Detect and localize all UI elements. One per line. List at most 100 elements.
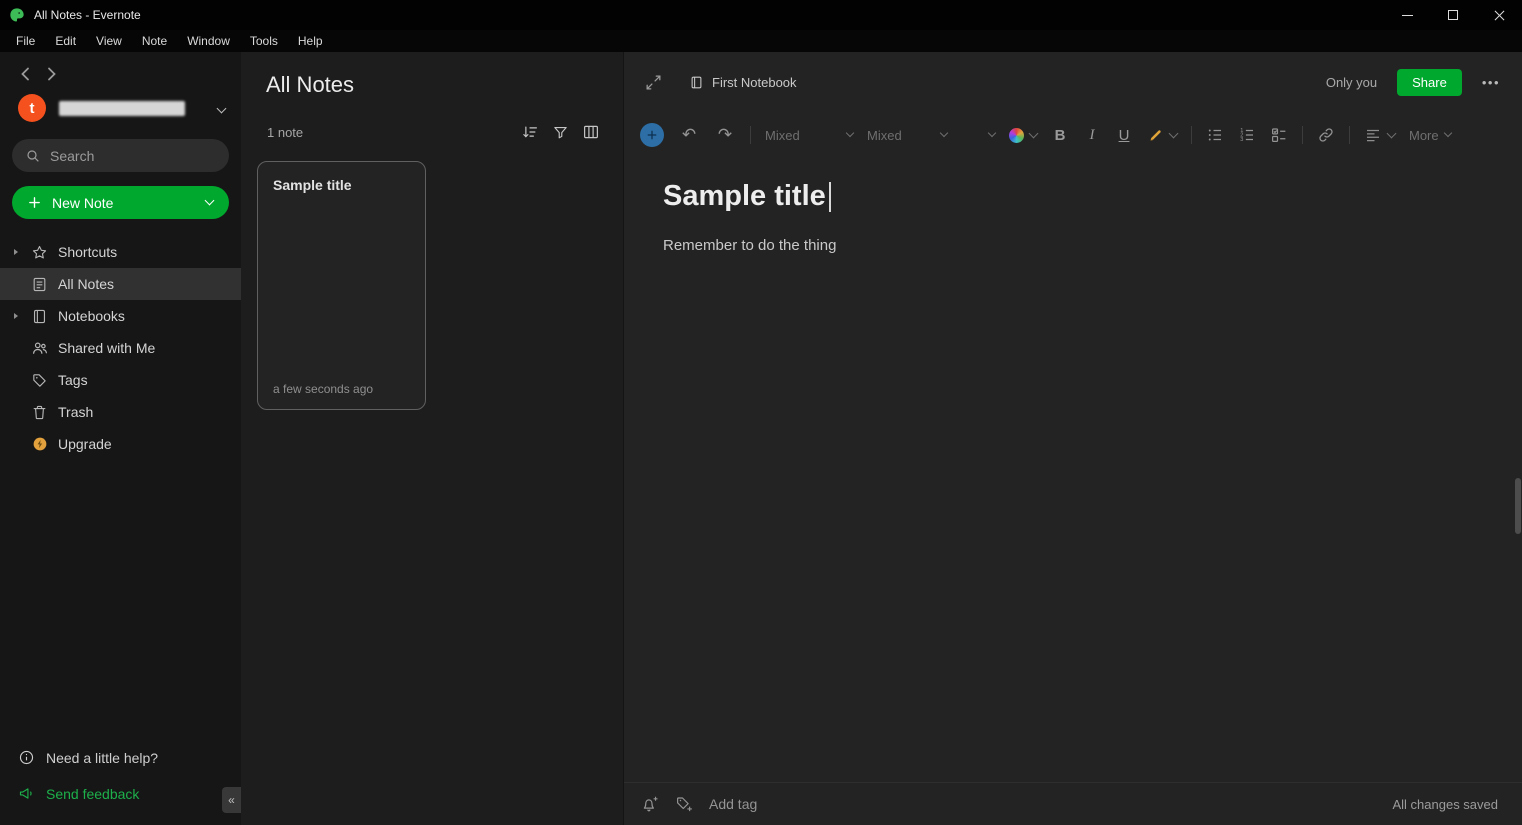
menu-note[interactable]: Note — [132, 31, 177, 51]
style-dropdown[interactable] — [961, 134, 995, 136]
avatar[interactable]: t — [18, 94, 46, 122]
plus-icon — [27, 195, 42, 210]
back-button[interactable] — [21, 67, 30, 81]
note-list-toolbar: 1 note — [241, 123, 623, 141]
window-controls — [1384, 0, 1522, 30]
collapse-sidebar-button[interactable]: « — [222, 787, 241, 813]
more-options-button[interactable]: ••• — [1482, 75, 1500, 90]
numbered-list-button[interactable]: 123 — [1238, 126, 1256, 144]
minimize-button[interactable] — [1384, 0, 1430, 30]
notebook-selector[interactable]: First Notebook — [689, 75, 797, 90]
underline-button[interactable]: U — [1115, 127, 1133, 144]
expand-note-button[interactable] — [641, 70, 665, 94]
note-card[interactable]: Sample title a few seconds ago — [257, 161, 426, 410]
search-bar[interactable] — [12, 139, 229, 172]
upgrade-coin-icon — [30, 435, 49, 454]
italic-button[interactable]: I — [1083, 127, 1101, 144]
sidebar-item-shortcuts[interactable]: Shortcuts — [0, 236, 241, 268]
trash-icon — [30, 403, 49, 422]
sidebar-item-notebooks[interactable]: Notebooks — [0, 300, 241, 332]
menu-view[interactable]: View — [86, 31, 132, 51]
close-button[interactable] — [1476, 0, 1522, 30]
menu-help[interactable]: Help — [288, 31, 333, 51]
add-tag-label[interactable]: Add tag — [709, 796, 757, 812]
share-button[interactable]: Share — [1397, 69, 1462, 96]
menu-edit[interactable]: Edit — [45, 31, 86, 51]
new-note-dropdown[interactable] — [189, 186, 229, 219]
toolbar-divider — [1302, 126, 1303, 144]
account-switcher[interactable]: t — [0, 81, 241, 122]
window-title: All Notes - Evernote — [34, 8, 141, 22]
board-view-icon — [582, 123, 600, 141]
add-tag-button[interactable] — [675, 795, 693, 813]
send-feedback-button[interactable]: Send feedback — [0, 776, 241, 815]
editor-footer: Add tag All changes saved — [624, 782, 1522, 825]
expand-caret-icon[interactable] — [10, 249, 21, 255]
font-family-dropdown[interactable]: Mixed — [765, 128, 853, 143]
account-chevron-down-icon[interactable] — [218, 99, 225, 117]
note-list-heading: All Notes — [241, 52, 623, 98]
note-body-text[interactable]: Remember to do the thing — [663, 237, 1482, 254]
new-note-main[interactable]: New Note — [12, 195, 189, 211]
add-reminder-button[interactable] — [641, 795, 659, 813]
align-button[interactable] — [1364, 126, 1395, 144]
insert-button[interactable] — [640, 123, 664, 147]
menu-tools[interactable]: Tools — [240, 31, 288, 51]
formatting-toolbar: ↶ ↷ Mixed Mixed B — [624, 112, 1522, 158]
redo-button[interactable]: ↷ — [714, 125, 736, 145]
undo-button[interactable]: ↶ — [678, 125, 700, 145]
tag-plus-icon — [675, 795, 693, 813]
info-icon — [18, 749, 35, 766]
font-size-dropdown[interactable]: Mixed — [867, 128, 947, 143]
highlight-button[interactable] — [1147, 127, 1177, 144]
menu-file[interactable]: File — [6, 31, 45, 51]
insert-link-button[interactable] — [1317, 126, 1335, 144]
sidebar: t New Note — [0, 52, 241, 825]
chevron-down-icon — [1387, 128, 1397, 138]
toolbar-divider — [1191, 126, 1192, 144]
editor-panel: First Notebook Only you Share ••• ↶ ↷ Mi… — [623, 52, 1522, 825]
chevron-down-icon — [1169, 128, 1179, 138]
expand-caret-icon[interactable] — [10, 313, 21, 319]
checklist-icon — [1270, 126, 1288, 144]
note-title-input[interactable]: Sample title — [663, 180, 1482, 213]
highlighter-pen-icon — [1147, 127, 1164, 144]
font-color-button[interactable] — [1009, 128, 1037, 143]
bold-button[interactable]: B — [1051, 127, 1069, 144]
sidebar-item-upgrade[interactable]: Upgrade — [0, 428, 241, 460]
maximize-icon — [1448, 10, 1458, 20]
search-input[interactable] — [50, 148, 216, 164]
sidebar-item-all-notes[interactable]: All Notes — [0, 268, 241, 300]
svg-text:3: 3 — [1240, 137, 1243, 143]
sort-button[interactable] — [521, 123, 539, 141]
note-card-title: Sample title — [273, 177, 410, 193]
sidebar-nav: Shortcuts All Notes Notebooks — [0, 236, 241, 460]
sidebar-item-label: All Notes — [58, 276, 114, 292]
bullet-list-button[interactable] — [1206, 126, 1224, 144]
sidebar-item-trash[interactable]: Trash — [0, 396, 241, 428]
menu-bar: File Edit View Note Window Tools Help — [0, 30, 1522, 52]
text-cursor — [829, 182, 831, 212]
app-window: All Notes - Evernote File Edit View Note… — [0, 0, 1522, 825]
note-card-timestamp: a few seconds ago — [273, 382, 373, 396]
scrollbar-thumb[interactable] — [1515, 478, 1521, 534]
note-list-panel: All Notes 1 note Sample title a — [241, 52, 623, 825]
maximize-button[interactable] — [1430, 0, 1476, 30]
help-label: Need a little help? — [46, 750, 158, 766]
menu-window[interactable]: Window — [177, 31, 240, 51]
filter-button[interactable] — [552, 124, 569, 141]
more-formatting-dropdown[interactable]: More — [1409, 128, 1451, 143]
align-icon — [1364, 126, 1382, 144]
chevron-down-icon — [846, 129, 854, 137]
sidebar-item-shared-with-me[interactable]: Shared with Me — [0, 332, 241, 364]
view-options-button[interactable] — [582, 123, 600, 141]
bell-plus-icon — [641, 795, 659, 813]
help-button[interactable]: Need a little help? — [0, 739, 241, 776]
new-note-button[interactable]: New Note — [12, 186, 229, 219]
forward-button[interactable] — [47, 67, 56, 81]
sidebar-item-tags[interactable]: Tags — [0, 364, 241, 396]
note-editor-canvas[interactable]: Sample title Remember to do the thing — [624, 158, 1522, 782]
checklist-button[interactable] — [1270, 126, 1288, 144]
notebook-icon — [30, 307, 49, 326]
visibility-label[interactable]: Only you — [1326, 75, 1377, 90]
